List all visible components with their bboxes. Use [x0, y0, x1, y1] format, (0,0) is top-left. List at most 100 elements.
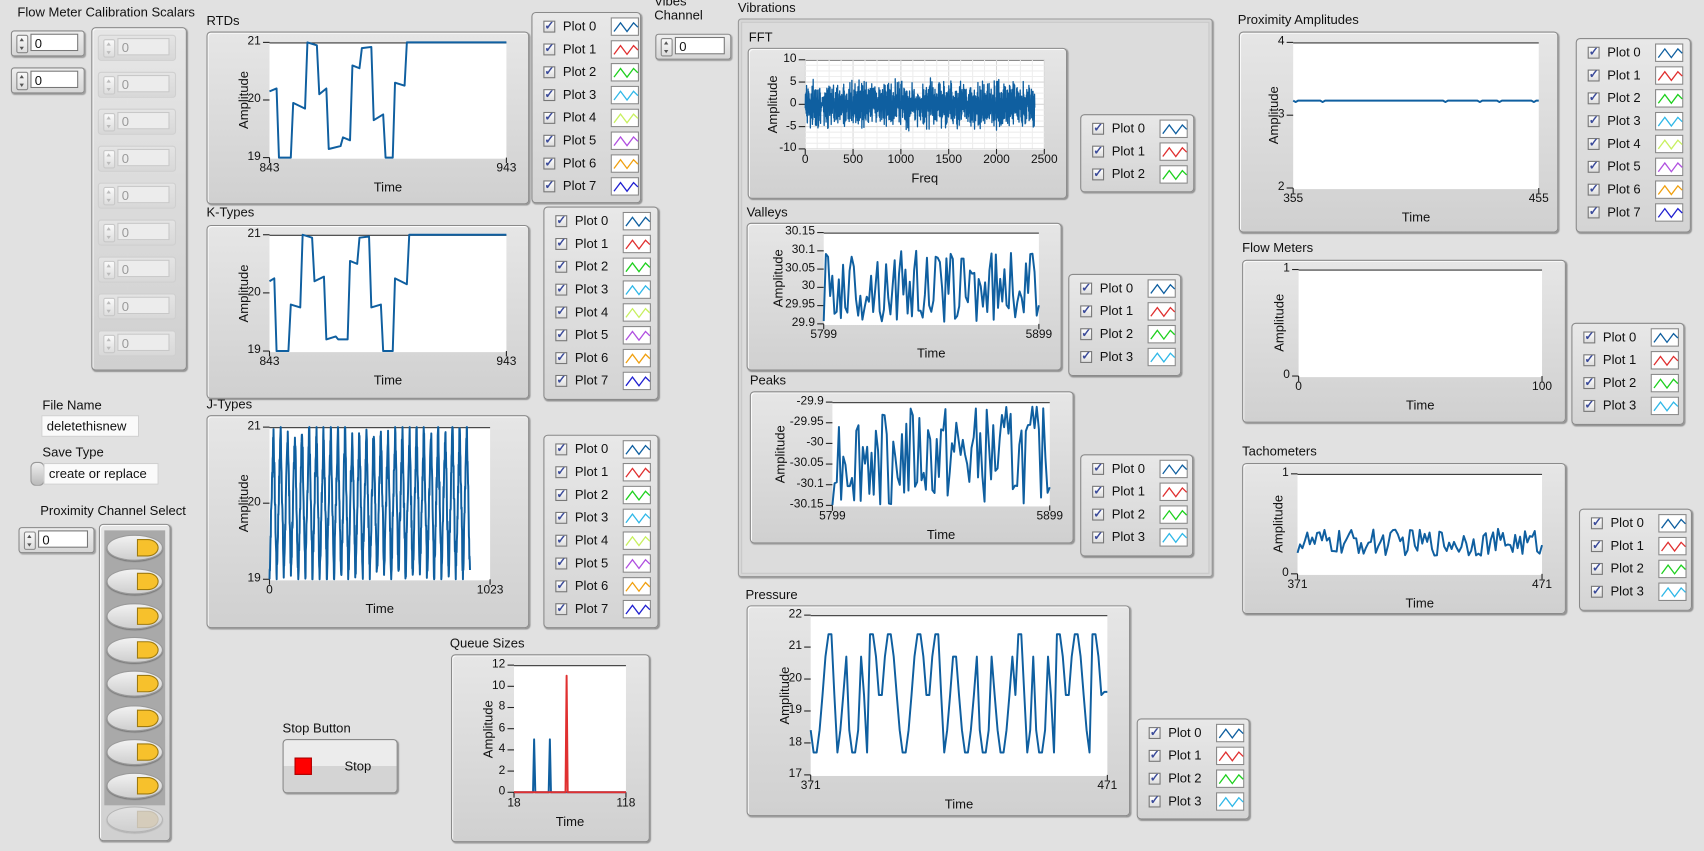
scalar-value-field[interactable]: 0 — [117, 74, 170, 93]
legend-row[interactable]: Plot 0 — [1148, 723, 1245, 742]
plot-visible-checkbox[interactable] — [1080, 348, 1093, 363]
plot-visible-checkbox[interactable] — [555, 212, 568, 227]
spinner-icon[interactable] — [103, 260, 116, 280]
spinner-icon[interactable] — [103, 39, 116, 58]
proximity-channel-led[interactable] — [106, 534, 164, 561]
plot-style-swatch-icon[interactable] — [610, 62, 639, 81]
proximity-channel-led[interactable] — [106, 602, 164, 629]
stop-button[interactable]: Stop — [282, 739, 398, 794]
plot-visible-checkbox[interactable] — [1583, 397, 1596, 412]
plot-visible-checkbox[interactable] — [1587, 44, 1600, 59]
plot-style-swatch-icon[interactable] — [1655, 134, 1684, 153]
plot-style-swatch-icon[interactable] — [1658, 536, 1687, 555]
legend-row[interactable]: Plot 0 — [1080, 278, 1176, 298]
plot-visible-checkbox[interactable] — [543, 155, 556, 169]
proximity-channel-led[interactable] — [106, 636, 164, 663]
legend-row[interactable]: Plot 0 — [1583, 327, 1679, 347]
plot-visible-checkbox[interactable] — [555, 235, 568, 250]
plot-visible-checkbox[interactable] — [1583, 329, 1596, 343]
legend-row[interactable]: Plot 0 — [1092, 119, 1188, 138]
plot-style-swatch-icon[interactable] — [1216, 768, 1245, 788]
plot-style-swatch-icon[interactable] — [1216, 723, 1245, 742]
plot-style-swatch-icon[interactable] — [1159, 141, 1188, 161]
plot-style-swatch-icon[interactable] — [1655, 111, 1684, 130]
plot-style-swatch-icon[interactable] — [622, 302, 651, 322]
plot-style-swatch-icon[interactable] — [622, 279, 651, 299]
save-type-ring-spinner[interactable] — [30, 461, 45, 486]
legend-row[interactable]: Plot 7 — [1587, 202, 1684, 222]
legend-row[interactable]: Plot 1 — [1092, 481, 1188, 501]
plot-visible-checkbox[interactable] — [543, 109, 556, 124]
plot-visible-checkbox[interactable] — [1587, 181, 1600, 196]
flow-meter-scalar-element[interactable]: 0 — [97, 34, 177, 61]
scalar-value-field[interactable]: 0 — [117, 148, 170, 167]
legend-row[interactable]: Plot 0 — [555, 211, 651, 230]
plot-style-swatch-icon[interactable] — [622, 257, 651, 276]
plot-visible-checkbox[interactable] — [555, 578, 568, 592]
plot-style-swatch-icon[interactable] — [622, 211, 651, 230]
plot-visible-checkbox[interactable] — [555, 509, 568, 524]
legend-row[interactable]: Plot 1 — [1587, 65, 1684, 85]
plot-visible-checkbox[interactable] — [1583, 374, 1596, 389]
legend-row[interactable]: Plot 4 — [555, 302, 651, 322]
plot-style-swatch-icon[interactable] — [1159, 459, 1188, 478]
plot-style-swatch-icon[interactable] — [1650, 396, 1679, 415]
flow-meter-scalar-element[interactable]: 0 — [97, 108, 177, 135]
plot-visible-checkbox[interactable] — [1148, 770, 1161, 785]
legend-row[interactable]: Plot 0 — [555, 439, 651, 459]
legend-row[interactable]: Plot 2 — [1590, 559, 1687, 578]
save-type-select[interactable]: create or replace — [43, 462, 159, 485]
plot-style-swatch-icon[interactable] — [610, 153, 639, 173]
plot-style-swatch-icon[interactable] — [1159, 164, 1188, 184]
plot-visible-checkbox[interactable] — [555, 327, 568, 341]
plot-visible-checkbox[interactable] — [1587, 204, 1600, 218]
plot-visible-checkbox[interactable] — [1080, 280, 1093, 294]
legend-row[interactable]: Plot 3 — [1092, 527, 1188, 547]
plot-visible-checkbox[interactable] — [555, 486, 568, 501]
spinner-icon[interactable] — [103, 334, 116, 354]
plot-visible-checkbox[interactable] — [1148, 747, 1161, 762]
legend-row[interactable]: Plot 6 — [1587, 179, 1684, 199]
flow-meter-scalar-element[interactable]: 0 — [97, 219, 177, 246]
legend-row[interactable]: Plot 4 — [1587, 134, 1684, 153]
plot-visible-checkbox[interactable] — [1148, 793, 1161, 807]
plot-visible-checkbox[interactable] — [1587, 112, 1600, 127]
legend-row[interactable]: Plot 2 — [1080, 324, 1176, 343]
plot-style-swatch-icon[interactable] — [610, 16, 639, 36]
legend-row[interactable]: Plot 4 — [555, 530, 651, 550]
legend-row[interactable]: Plot 1 — [1092, 141, 1188, 161]
legend-row[interactable]: Plot 3 — [555, 508, 651, 527]
plot-style-swatch-icon[interactable] — [1650, 350, 1679, 369]
plot-visible-checkbox[interactable] — [1587, 90, 1600, 104]
legend-row[interactable]: Plot 3 — [543, 85, 639, 104]
plot-visible-checkbox[interactable] — [555, 372, 568, 387]
legend-row[interactable]: Plot 6 — [543, 153, 639, 173]
plot-style-swatch-icon[interactable] — [1147, 347, 1176, 366]
scalar-value-field[interactable]: 0 — [117, 222, 170, 241]
legend-row[interactable]: Plot 0 — [1587, 42, 1684, 62]
plot-style-swatch-icon[interactable] — [1216, 746, 1245, 765]
legend-row[interactable]: Plot 2 — [1092, 164, 1188, 184]
legend-row[interactable]: Plot 1 — [555, 234, 651, 253]
plot-style-swatch-icon[interactable] — [622, 485, 651, 504]
legend-row[interactable]: Plot 2 — [1092, 504, 1188, 524]
scalar-value-field[interactable]: 0 — [117, 111, 170, 130]
plot-style-swatch-icon[interactable] — [610, 85, 639, 104]
spinner-icon[interactable] — [16, 34, 29, 54]
vibes-channel-field[interactable]: 0 — [674, 36, 725, 55]
plot-visible-checkbox[interactable] — [555, 258, 568, 273]
plot-visible-checkbox[interactable] — [543, 18, 556, 33]
plot-visible-checkbox[interactable] — [1590, 583, 1603, 598]
legend-row[interactable]: Plot 6 — [555, 576, 651, 596]
plot-visible-checkbox[interactable] — [543, 132, 556, 147]
legend-row[interactable]: Plot 3 — [1080, 347, 1176, 366]
plot-style-swatch-icon[interactable] — [1650, 373, 1679, 392]
plot-style-swatch-icon[interactable] — [622, 508, 651, 527]
plot-style-swatch-icon[interactable] — [1655, 202, 1684, 222]
plot-style-swatch-icon[interactable] — [1216, 791, 1245, 811]
spinner-icon[interactable] — [660, 38, 673, 57]
legend-row[interactable]: Plot 2 — [1148, 768, 1245, 788]
plot-visible-checkbox[interactable] — [1092, 460, 1105, 475]
plot-style-swatch-icon[interactable] — [1147, 278, 1176, 298]
scalar-value-field[interactable]: 0 — [117, 333, 170, 352]
